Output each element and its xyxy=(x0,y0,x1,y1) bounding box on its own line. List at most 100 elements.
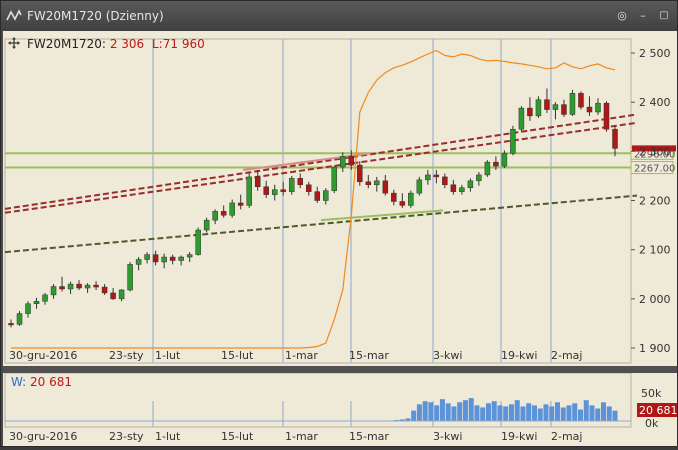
candle-body-34 xyxy=(297,178,303,186)
candle-body-52 xyxy=(450,184,457,192)
panel-splitter[interactable] xyxy=(3,366,677,373)
volume-bar-98 xyxy=(572,403,578,421)
volume-bar-86 xyxy=(503,406,509,421)
candle-body-36 xyxy=(314,191,321,201)
maximize-button[interactable]: ▢ xyxy=(657,9,671,23)
candle-body-16 xyxy=(144,254,150,260)
price-tick-label-4: 2 100 xyxy=(639,244,671,257)
candle-body-23 xyxy=(203,219,210,231)
candle-body-7 xyxy=(67,283,74,290)
volume-bar-77 xyxy=(451,406,457,421)
date-tick-label-7: 19-kwi xyxy=(501,349,537,362)
volume-axis: 50k 0k20 681 xyxy=(637,387,678,430)
volume-bar-103 xyxy=(600,402,606,421)
volume-bar-91 xyxy=(531,405,537,421)
candle-body-67 xyxy=(578,93,584,108)
volume-bar-105 xyxy=(612,410,618,421)
candle-body-24 xyxy=(212,211,218,221)
volume-header: W: 20 681 xyxy=(11,375,72,389)
volume-date-tick-label-1: 23-sty xyxy=(109,430,144,443)
chart-canvas[interactable]: 2296.002267.00 2 5002 4002 3002 2002 100… xyxy=(3,31,678,446)
symbol-label: FW20M1720: xyxy=(27,37,106,51)
volume-label: W: xyxy=(11,375,27,389)
candle-body-45 xyxy=(391,192,397,202)
candle-body-13 xyxy=(118,289,125,300)
candle-body-60 xyxy=(518,107,525,130)
move-arrows-icon[interactable] xyxy=(7,36,21,50)
candle-body-70 xyxy=(603,102,610,130)
candle-body-63 xyxy=(544,99,550,110)
candle-body-20 xyxy=(178,256,184,261)
price-frame xyxy=(4,38,632,364)
date-tick-label-0: 30-gru-2016 xyxy=(9,349,77,362)
candle-body-55 xyxy=(476,174,482,182)
date-tick-label-6: 3-kwi xyxy=(433,349,462,362)
candle-body-33 xyxy=(288,178,295,192)
candle-body-44 xyxy=(382,180,389,194)
chart-window: FW20M1720 (Dzienny) ◎ – ▢ 2296.00 2267.00… xyxy=(0,0,678,447)
last-value: 2 306 xyxy=(109,37,145,51)
volume-bar-104 xyxy=(606,406,612,421)
volume-date-tick-label-2: 1-lut xyxy=(155,430,181,443)
volume-bar-70 xyxy=(411,410,417,421)
volume-bar-97 xyxy=(566,405,572,421)
volume-bar-78 xyxy=(457,402,463,421)
volume-bar-76 xyxy=(445,403,451,421)
trend-lines xyxy=(4,113,638,254)
candle-body-47 xyxy=(408,192,414,206)
candle-body-37 xyxy=(323,190,329,201)
price-tick-label-6: 1 900 xyxy=(639,342,671,355)
candle-body-11 xyxy=(101,286,108,294)
candle-body-14 xyxy=(127,264,133,291)
volume-bar-88 xyxy=(514,400,520,421)
title-bar[interactable]: FW20M1720 (Dzienny) ◎ – ▢ xyxy=(1,1,677,31)
window-title: FW20M1720 (Dzienny) xyxy=(27,9,164,23)
candle-body-64 xyxy=(552,104,559,110)
candle-body-6 xyxy=(59,286,65,290)
volume-date-axis: 30-gru-2016 23-sty 1-lut 15-lut 1-mar 15-mar 3… xyxy=(9,430,582,443)
open-interest-polyline xyxy=(11,49,616,349)
volume-date-tick-label-3: 15-lut xyxy=(221,430,254,443)
volume-bar-96 xyxy=(560,407,566,421)
volume-bar-73 xyxy=(428,402,434,421)
candle-body-59 xyxy=(510,128,516,154)
link-icon[interactable]: ◎ xyxy=(615,9,629,23)
volume-badge-text: 20 681 xyxy=(639,404,677,417)
candle-body-65 xyxy=(561,104,567,115)
volume-bar-90 xyxy=(526,403,532,421)
candle-body-71 xyxy=(612,128,618,149)
chart-panel[interactable]: 2296.00 2267.00 2 500 2 400 2 300 2 200 2 100… xyxy=(3,31,678,446)
date-tick-label-1: 23-sty xyxy=(109,349,144,362)
candle-body-68 xyxy=(586,106,593,113)
candle-body-46 xyxy=(399,201,406,206)
candle-body-56 xyxy=(484,161,491,176)
volume-bar-74 xyxy=(434,405,440,421)
candle-body-4 xyxy=(42,294,48,302)
chart-app-icon xyxy=(6,9,22,21)
volume-date-tick-label-6: 3-kwi xyxy=(433,430,462,443)
volume-date-tick-label-7: 19-kwi xyxy=(501,430,537,443)
candle-body-39 xyxy=(340,156,346,168)
candle-body-25 xyxy=(220,211,227,216)
candle-body-61 xyxy=(527,107,533,117)
candle-body-48 xyxy=(416,179,423,194)
channel-upper-line xyxy=(4,113,638,210)
minimize-button[interactable]: – xyxy=(636,9,650,23)
volume-value: 20 681 xyxy=(30,375,73,389)
volume-date-tick-label-4: 1-mar xyxy=(285,430,318,443)
candle-body-41 xyxy=(357,164,363,183)
candle-body-10 xyxy=(93,284,99,288)
candle-body-26 xyxy=(229,202,235,216)
volume-bar-100 xyxy=(583,400,589,421)
candle-body-31 xyxy=(271,189,278,195)
candle-body-40 xyxy=(348,156,355,166)
candle-body-2 xyxy=(25,303,31,314)
candle-body-21 xyxy=(186,254,193,258)
volume-bar-82 xyxy=(480,407,486,421)
volume-bar-84 xyxy=(491,401,497,421)
candle-body-27 xyxy=(237,202,244,206)
candle-body-12 xyxy=(110,292,116,300)
candle-body-0 xyxy=(8,323,14,326)
candle-body-50 xyxy=(433,174,440,178)
date-tick-label-5: 15-mar xyxy=(349,349,389,362)
